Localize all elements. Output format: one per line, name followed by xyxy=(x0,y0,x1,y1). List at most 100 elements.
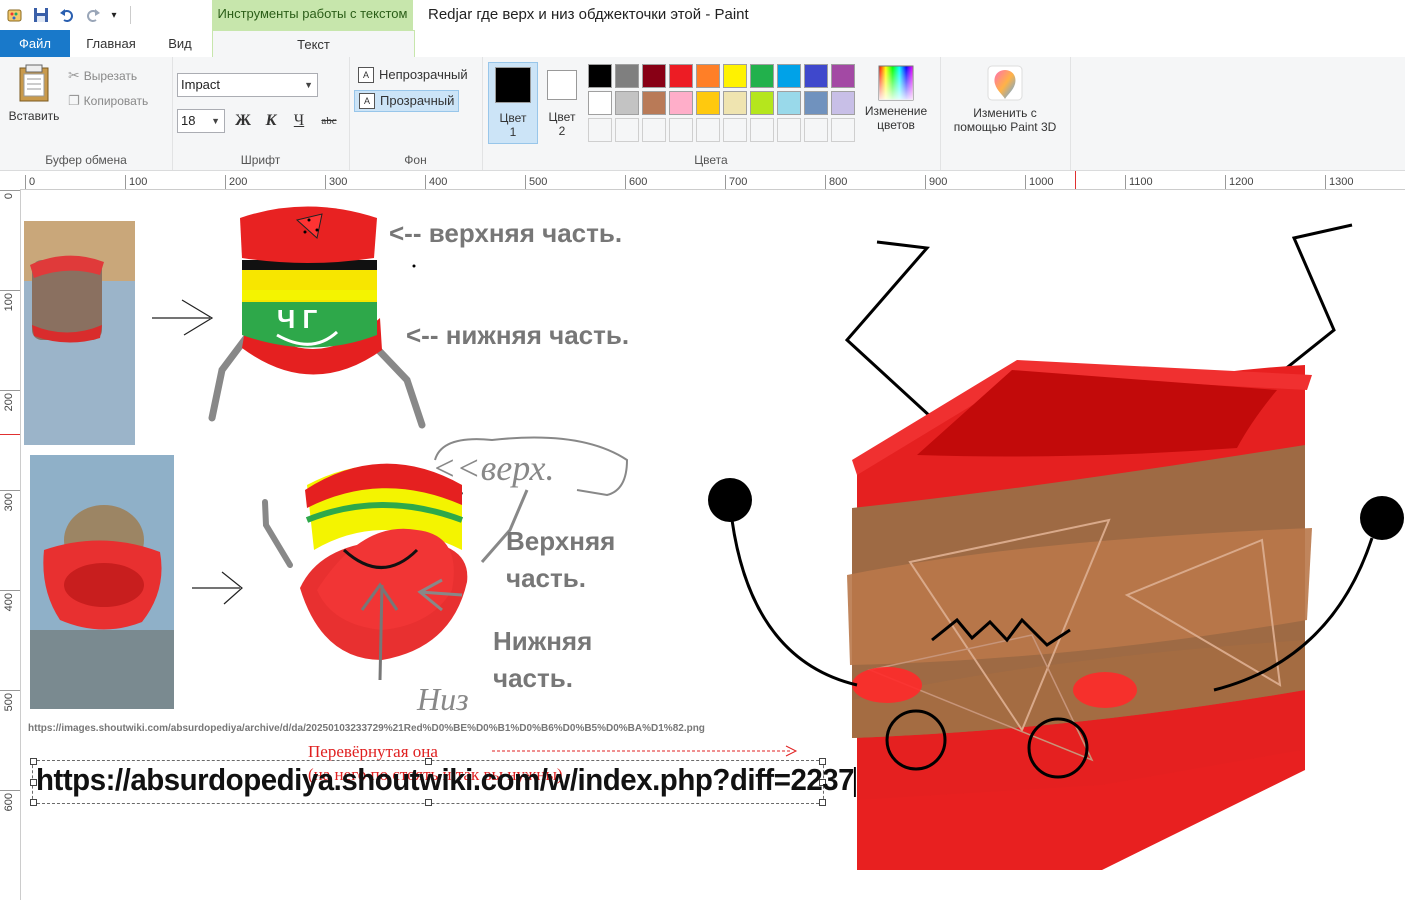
palette-swatch[interactable] xyxy=(831,118,855,142)
palette-swatch[interactable] xyxy=(642,118,666,142)
edit-with-paint3d-button[interactable]: Изменить с помощью Paint 3D xyxy=(944,65,1066,134)
palette-swatch[interactable] xyxy=(723,64,747,88)
window-title: Redjar где верх и низ обджекточки этой -… xyxy=(428,6,749,23)
annotation-top-part: <-- верхняя часть. xyxy=(389,218,623,248)
palette-swatch[interactable] xyxy=(669,64,693,88)
chevron-down-icon: ▼ xyxy=(304,80,313,90)
ruler-tick-label: 1200 xyxy=(1225,175,1253,189)
handwritten-bottom: Низ xyxy=(416,681,469,717)
paste-label: Вставить xyxy=(8,109,60,123)
paint-app-icon[interactable] xyxy=(4,4,26,26)
colors-group-label: Цвета xyxy=(694,153,728,167)
cursor-position-marker xyxy=(0,434,20,435)
tab-view[interactable]: Вид xyxy=(150,30,210,57)
palette-swatch[interactable] xyxy=(723,118,747,142)
undo-icon[interactable] xyxy=(56,4,78,26)
edit-colors-label-1: Изменение xyxy=(864,104,928,118)
palette-swatch[interactable] xyxy=(696,64,720,88)
color2-label: Цвет xyxy=(548,110,576,124)
cursor-position-marker xyxy=(1075,171,1076,189)
palette-swatch[interactable] xyxy=(669,91,693,115)
ruler-tick-label: 900 xyxy=(925,175,947,189)
palette-swatch[interactable] xyxy=(804,64,828,88)
bold-button[interactable]: Ж xyxy=(232,110,254,132)
strikethrough-button[interactable]: abc xyxy=(316,110,342,132)
text-box-input[interactable]: https://absurdopediya.shoutwiki.com/w/in… xyxy=(36,762,856,798)
tab-home[interactable]: Главная xyxy=(76,30,146,57)
palette-swatch[interactable] xyxy=(642,64,666,88)
palette-swatch[interactable] xyxy=(750,64,774,88)
clipboard-group-label: Буфер обмена xyxy=(45,153,127,167)
palette-swatch[interactable] xyxy=(696,91,720,115)
drawing-canvas[interactable]: Ч Г <<верх. Низ <-- верхняя часть. <-- н… xyxy=(22,190,1405,900)
ruler-tick: 300 xyxy=(0,490,20,511)
opaque-option[interactable]: A Непрозрачный xyxy=(354,65,472,85)
customize-toolbar-icon[interactable]: ▾ xyxy=(108,4,120,26)
font-size-select[interactable]: 18 ▼ xyxy=(177,109,225,133)
resize-handle[interactable] xyxy=(819,799,826,806)
palette-swatch[interactable] xyxy=(588,64,612,88)
arrow-right-1 xyxy=(152,299,214,336)
resize-handle[interactable] xyxy=(30,799,37,806)
ruler-tick-label: 1300 xyxy=(1325,175,1353,189)
color2-number: 2 xyxy=(558,124,566,138)
ribbon-tabs: Файл Главная Вид Текст xyxy=(0,30,1405,58)
ruler-tick: 600 xyxy=(0,790,20,811)
palette-swatch[interactable] xyxy=(615,64,639,88)
save-icon[interactable] xyxy=(30,4,52,26)
palette-swatch[interactable] xyxy=(588,118,612,142)
annotation-lower-a: Нижняя xyxy=(493,626,593,656)
opaque-icon: A xyxy=(358,67,374,83)
handwritten-top: <<верх. xyxy=(432,448,554,488)
color2-selector[interactable]: Цвет 2 xyxy=(539,62,585,142)
vertical-ruler: 0 100 200 300 400 500 600 xyxy=(0,189,21,900)
palette-swatch[interactable] xyxy=(831,91,855,115)
title-bar: ▾ Инструменты работы с текстом Redjar гд… xyxy=(0,0,1405,30)
transparent-option[interactable]: A Прозрачный xyxy=(354,90,460,112)
font-family-value: Impact xyxy=(181,77,221,92)
color1-swatch xyxy=(495,67,531,103)
paste-button[interactable]: Вставить xyxy=(4,63,64,123)
text-caret xyxy=(854,766,856,797)
resize-handle[interactable] xyxy=(425,799,432,806)
redo-icon[interactable] xyxy=(82,4,104,26)
palette-swatch[interactable] xyxy=(588,91,612,115)
ruler-tick-label: 600 xyxy=(3,793,15,812)
background-group: A Непрозрачный A Прозрачный Фон xyxy=(349,57,483,170)
palette-swatch[interactable] xyxy=(831,64,855,88)
transparent-label: Прозрачный xyxy=(380,93,455,108)
copy-label: Копировать xyxy=(83,94,149,108)
copy-button[interactable]: ❐ Копировать xyxy=(68,93,148,109)
palette-swatch[interactable] xyxy=(669,118,693,142)
palette-swatch[interactable] xyxy=(804,91,828,115)
tab-file[interactable]: Файл xyxy=(0,30,70,57)
ruler-tick-label: 1100 xyxy=(1125,175,1153,189)
palette-swatch[interactable] xyxy=(750,91,774,115)
italic-button[interactable]: К xyxy=(260,110,282,132)
palette-swatch[interactable] xyxy=(615,118,639,142)
palette-swatch[interactable] xyxy=(615,91,639,115)
palette-swatch[interactable] xyxy=(723,91,747,115)
annotation-upper-b: часть. xyxy=(506,563,586,593)
edit-colors-button[interactable]: Изменение цветов xyxy=(860,65,932,132)
tab-text[interactable]: Текст xyxy=(212,30,415,58)
ruler-tick-label: 400 xyxy=(3,593,15,612)
palette-swatch[interactable] xyxy=(696,118,720,142)
ruler-tick: 400 xyxy=(0,590,20,611)
palette-swatch[interactable] xyxy=(777,91,801,115)
chevron-down-icon: ▼ xyxy=(211,116,220,126)
font-size-value: 18 xyxy=(181,113,196,128)
face-text: Ч Г xyxy=(277,304,317,334)
palette-swatch[interactable] xyxy=(777,64,801,88)
palette-swatch[interactable] xyxy=(642,91,666,115)
palette-swatch[interactable] xyxy=(804,118,828,142)
palette-swatch[interactable] xyxy=(750,118,774,142)
ruler-tick-label: 300 xyxy=(325,175,347,189)
color1-selector[interactable]: Цвет 1 xyxy=(488,62,538,144)
cut-button[interactable]: ✂ Вырезать xyxy=(68,67,137,84)
ruler-tick-label: 500 xyxy=(3,693,15,712)
palette-swatch[interactable] xyxy=(777,118,801,142)
font-family-select[interactable]: Impact ▼ xyxy=(177,73,318,97)
underline-button[interactable]: Ч xyxy=(288,110,310,132)
cut-label: Вырезать xyxy=(83,68,138,83)
